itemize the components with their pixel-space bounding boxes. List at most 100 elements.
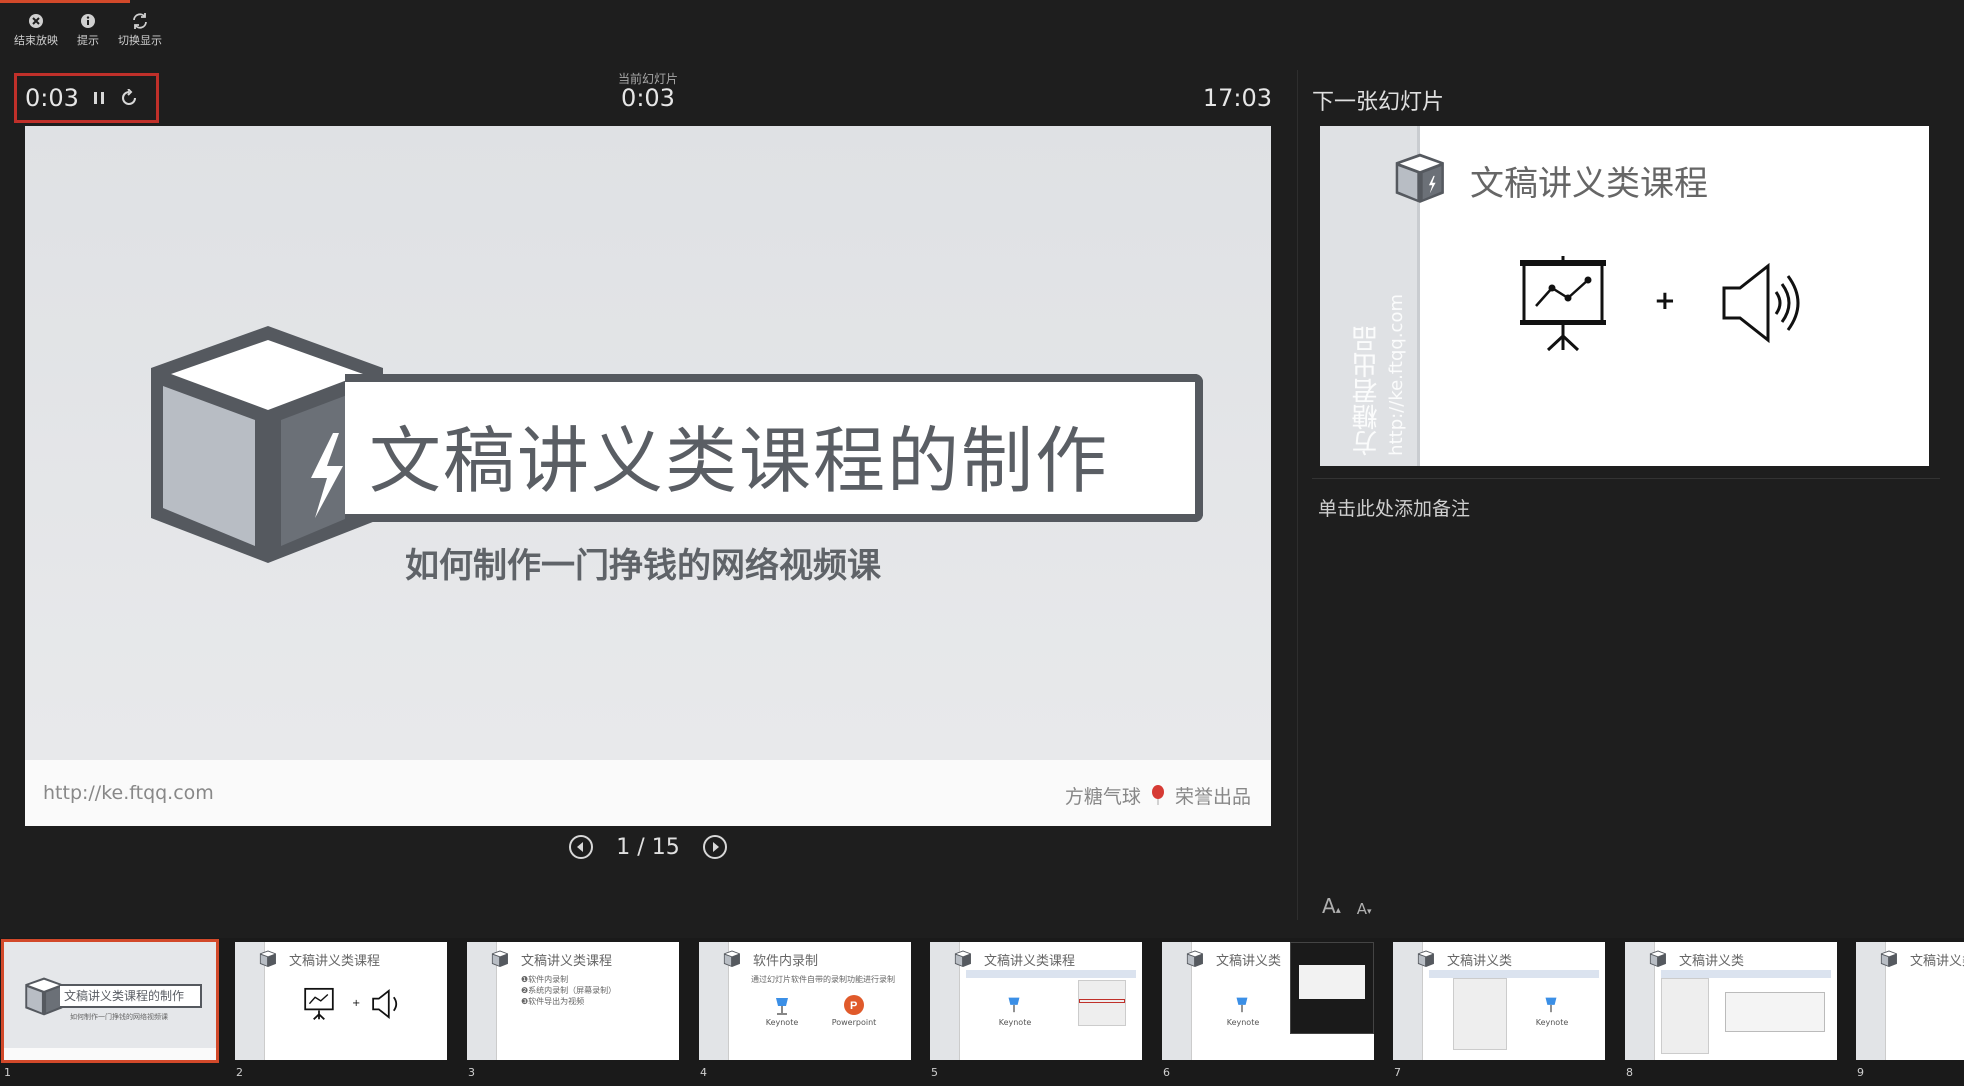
thumb-title: 文稿讲义类课程 xyxy=(289,954,381,969)
thumb-app-label: Keynote xyxy=(1535,1018,1569,1027)
footer-brand-suffix: 荣誉出品 xyxy=(1174,786,1251,808)
thumb-footer xyxy=(4,1048,216,1060)
cube-icon xyxy=(259,950,276,967)
current-slide-time: 0:03 xyxy=(621,84,675,112)
hint-button[interactable]: 提示 xyxy=(62,12,114,48)
increase-font-letter: A xyxy=(1322,894,1336,918)
slide-thumbnail[interactable]: 文稿讲义类课程 ❶软件内录制 ❷系统内录制（屏幕录制） ❸软件导出为视频 xyxy=(467,942,679,1060)
cube-icon xyxy=(1880,950,1897,967)
slide-thumbnail[interactable]: 文稿讲义类 Keynote xyxy=(1393,942,1605,1060)
thumb-subtitle: 如何制作一门挣钱的网络视频课 xyxy=(70,1013,168,1021)
reset-icon[interactable] xyxy=(119,88,139,108)
next-slide-title: 文稿讲义类课程 xyxy=(1470,164,1708,204)
thumb-title: 文稿讲义类 xyxy=(1679,954,1745,969)
footer-brand-prefix: 方糖气球 xyxy=(1064,786,1141,808)
previous-slide-icon[interactable] xyxy=(568,834,594,860)
thumb-title: 文稿讲义类课程 xyxy=(984,954,1076,969)
next-slide-graphics: + xyxy=(1518,256,1818,356)
cube-icon xyxy=(1649,950,1666,967)
thumb-bullets: ❶软件内录制 ❷系统内录制（屏幕录制） ❸软件导出为视频 xyxy=(521,974,616,1007)
thumb-screenshot xyxy=(1290,942,1374,1034)
slide-navigation: 1 / 15 xyxy=(568,834,728,860)
swap-icon xyxy=(131,12,149,30)
thumb-description: 通过幻灯片软件自带的录制功能进行录制 xyxy=(751,975,895,984)
thumb-dialog xyxy=(1725,992,1825,1032)
pane-divider[interactable] xyxy=(1297,70,1298,920)
speaker-notes[interactable]: 单击此处添加备注 xyxy=(1318,494,1470,521)
cube-icon xyxy=(491,950,508,967)
thumb-app-label: Powerpoint xyxy=(831,1018,877,1027)
next-slide-side-url: http://ke.ftqq.com xyxy=(1386,294,1407,456)
slide-thumbnail[interactable]: 文稿讲义类课程 + xyxy=(235,942,447,1060)
decrease-font-button[interactable]: A▾ xyxy=(1357,900,1372,918)
close-circle-icon xyxy=(27,12,45,30)
thumb-dropdown xyxy=(1453,978,1507,1050)
next-slide-side-text: 方糖君出品 xyxy=(1352,326,1382,456)
thumb-title: 文稿讲义类课程的制作 xyxy=(60,984,202,1008)
slide-thumbnail[interactable]: 文稿讲义类 xyxy=(1856,942,1964,1060)
presenter-toolbar: 结束放映 提示 切换显示 xyxy=(10,12,166,48)
info-icon xyxy=(79,12,97,30)
cube-icon xyxy=(954,950,971,967)
powerpoint-icon: P xyxy=(844,995,864,1015)
thumb-bullet: ❸软件导出为视频 xyxy=(521,997,585,1006)
slide-counter: 1 / 15 xyxy=(616,834,680,860)
elapsed-timer: 0:03 xyxy=(14,73,159,123)
balloon-icon xyxy=(1151,785,1164,805)
elapsed-time: 0:03 xyxy=(25,84,79,112)
thumb-title: 文稿讲义类 xyxy=(1910,954,1964,969)
thumb-bullet: ❷系统内录制（屏幕录制） xyxy=(521,986,617,995)
increase-font-button[interactable]: A▴ xyxy=(1322,894,1341,918)
thumb-title: 软件内录制 xyxy=(753,954,819,969)
keynote-icon xyxy=(776,998,788,1015)
thumb-title: 文稿讲义类课程 xyxy=(521,954,613,969)
thumb-title: 文稿讲义类 xyxy=(1216,954,1282,969)
thumb-bullet: ❶软件内录制 xyxy=(521,975,569,984)
slide-thumbnail[interactable]: 软件内录制 通过幻灯片软件自带的录制功能进行录制 Keynote P Power… xyxy=(699,942,911,1060)
cube-icon xyxy=(723,950,740,967)
thumb-number: 2 xyxy=(236,1066,243,1079)
thumb-menubar xyxy=(1429,970,1599,978)
thumb-app-label: Keynote xyxy=(998,1018,1032,1027)
cube-icon xyxy=(1186,950,1203,967)
thumb-dropdown xyxy=(1078,980,1126,1026)
thumb-number: 7 xyxy=(1394,1066,1401,1079)
footer-brand: 方糖气球 荣誉出品 xyxy=(1065,782,1251,809)
svg-text:P: P xyxy=(850,1000,857,1012)
pause-icon[interactable] xyxy=(89,88,109,108)
title-frame: 文稿讲义类课程的制作 xyxy=(345,374,1203,522)
thumb-menubar xyxy=(966,970,1136,978)
thumb-app-label: Keynote xyxy=(765,1018,799,1027)
font-size-controls: A▴ A▾ xyxy=(1322,894,1372,918)
lightning-cube-logo-small xyxy=(1395,153,1444,203)
current-slide-view[interactable]: 文稿讲义类课程的制作 如何制作一门挣钱的网络视频课 http://ke.ftqq… xyxy=(25,126,1271,826)
hint-label: 提示 xyxy=(77,34,99,47)
footer-url: http://ke.ftqq.com xyxy=(43,782,214,804)
switch-display-label: 切换显示 xyxy=(118,34,162,47)
slide-title: 文稿讲义类课程的制作 xyxy=(369,419,1110,503)
slide-thumbnail[interactable]: 文稿讲义类 Keynote xyxy=(1162,942,1374,1060)
next-slide-preview[interactable]: 方糖君出品 http://ke.ftqq.com 文稿讲义类课程 + xyxy=(1320,126,1929,466)
next-slide-icon[interactable] xyxy=(702,834,728,860)
slide-thumbnail[interactable]: 文稿讲义类课程 Keynote xyxy=(930,942,1142,1060)
thumb-number: 5 xyxy=(931,1066,938,1079)
plus-sign: + xyxy=(1654,286,1676,316)
thumb-number: 6 xyxy=(1163,1066,1170,1079)
slide-subtitle: 如何制作一门挣钱的网络视频课 xyxy=(405,546,881,586)
switch-display-button[interactable]: 切换显示 xyxy=(114,12,166,48)
keynote-icon xyxy=(1545,997,1557,1013)
plus-sign: + xyxy=(352,998,361,1009)
thumb-number: 1 xyxy=(4,1066,11,1079)
slide-thumbnail-strip[interactable]: 文稿讲义类课程的制作 如何制作一门挣钱的网络视频课 1 文稿讲义类课程 + 2 … xyxy=(0,938,1964,1086)
clock: 17:03 xyxy=(1202,84,1272,112)
thumb-app-label: Keynote xyxy=(1226,1018,1260,1027)
keynote-icon xyxy=(1236,997,1248,1013)
presentation-board-icon xyxy=(304,987,334,1020)
cube-icon xyxy=(1417,950,1434,967)
thumb-number: 4 xyxy=(700,1066,707,1079)
end-show-label: 结束放映 xyxy=(14,34,58,47)
slide-thumbnail[interactable]: 文稿讲义类 xyxy=(1625,942,1837,1060)
end-show-button[interactable]: 结束放映 xyxy=(10,12,62,48)
slide-thumbnail[interactable]: 文稿讲义类课程的制作 如何制作一门挣钱的网络视频课 xyxy=(1,939,219,1063)
speaker-icon xyxy=(1722,262,1800,344)
